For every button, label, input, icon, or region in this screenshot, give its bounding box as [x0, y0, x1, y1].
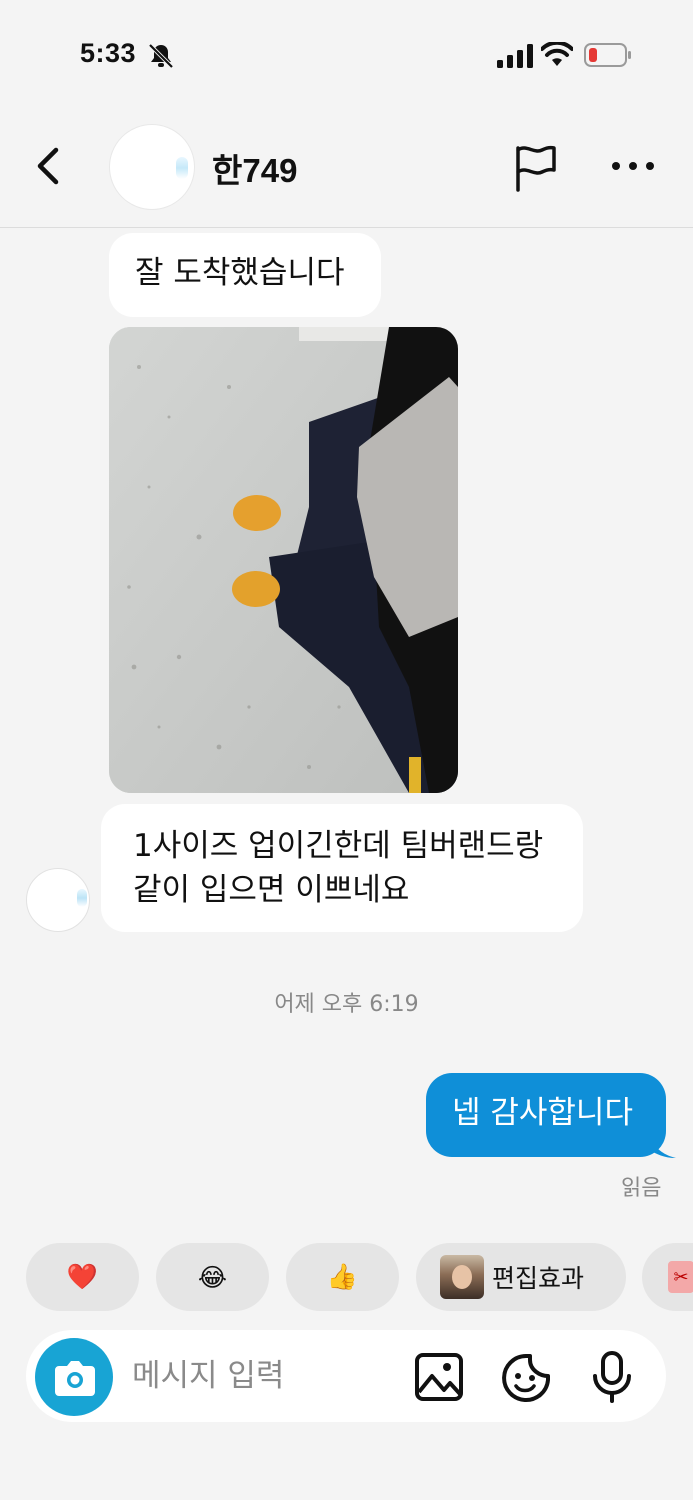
battery-icon: [584, 43, 631, 67]
heart-icon: ❤️: [66, 1262, 99, 1291]
effect-thumbnail: [440, 1255, 484, 1299]
flag-icon[interactable]: [510, 142, 562, 194]
scissors-icon: ✂: [668, 1261, 693, 1293]
message-composer: [26, 1330, 666, 1422]
signal-icon: [497, 44, 533, 68]
bubble-tail: [650, 1136, 676, 1158]
wifi-icon: [541, 42, 573, 66]
sticker-icon[interactable]: [500, 1352, 552, 1404]
chat-header: 한749: [0, 110, 693, 228]
photo-image: [109, 327, 458, 793]
thumbs-up-icon: 👍: [326, 1262, 359, 1291]
quick-reply-heart[interactable]: ❤️: [26, 1243, 139, 1311]
message-timestamp: 어제 오후 6:19: [274, 992, 419, 1017]
back-icon[interactable]: [28, 142, 68, 190]
laugh-icon: 😂: [197, 1262, 228, 1292]
status-time: 5:33: [80, 38, 137, 68]
message-bubble-incoming[interactable]: 1사이즈 업이긴한데 팀버랜드랑 같이 입으면 이쁘네요: [101, 804, 583, 932]
quick-reply-laugh[interactable]: 😂: [156, 1243, 269, 1311]
read-receipt: 읽음: [621, 1176, 662, 1201]
sender-avatar[interactable]: [26, 868, 90, 932]
camera-icon: [55, 1361, 95, 1396]
quick-reply-effect[interactable]: 편집효과: [416, 1243, 626, 1311]
mic-icon[interactable]: [590, 1350, 634, 1404]
message-bubble-incoming[interactable]: 잘 도착했습니다: [109, 233, 381, 317]
quick-reply-row: ❤️ 😂 👍 편집효과 ✂: [0, 1243, 693, 1311]
message-photo[interactable]: [109, 327, 458, 793]
contact-name[interactable]: 한749: [212, 144, 297, 192]
gallery-icon[interactable]: [414, 1352, 464, 1402]
status-bar: 5:33: [0, 0, 693, 110]
bell-off-icon: [148, 43, 174, 69]
quick-reply-extra[interactable]: ✂: [642, 1243, 693, 1311]
avatar[interactable]: [109, 124, 195, 210]
quick-reply-thumbs-up[interactable]: 👍: [286, 1243, 399, 1311]
message-input[interactable]: [132, 1352, 402, 1400]
message-bubble-outgoing[interactable]: 넵 감사합니다: [426, 1073, 666, 1157]
more-icon[interactable]: [610, 158, 656, 174]
camera-button[interactable]: [35, 1338, 113, 1416]
effect-label: 편집효과: [492, 1264, 585, 1293]
